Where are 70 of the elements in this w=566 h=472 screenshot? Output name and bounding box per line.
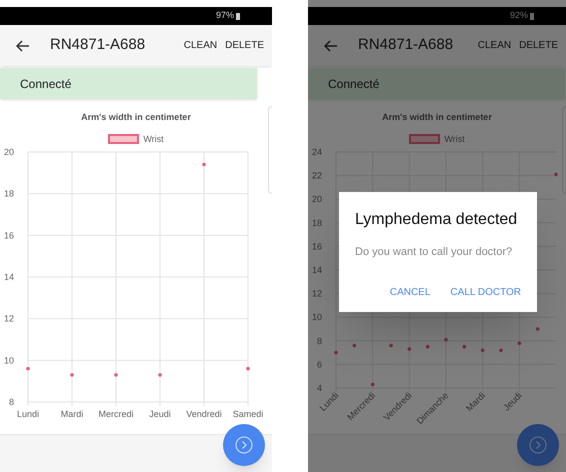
y-tick-label: 22 [312, 170, 322, 181]
y-tick-label: 14 [4, 272, 14, 282]
chart-title: Arm's width in centimeter [382, 111, 492, 124]
y-tick-label: 12 [312, 288, 322, 299]
data-point [408, 347, 412, 351]
status-card: Connecté [0, 68, 257, 99]
data-point [518, 341, 522, 345]
x-tick-label: Mardi [60, 409, 84, 419]
fab-button[interactable] [223, 424, 265, 466]
data-point [352, 344, 356, 348]
data-point [202, 162, 206, 166]
legend-label: Wrist [444, 132, 465, 146]
y-tick-label: 12 [4, 314, 14, 324]
dialog-button[interactable]: CANCEL [390, 284, 430, 300]
data-point [444, 338, 448, 342]
battery-percent: 92% [510, 9, 528, 22]
y-tick-label: 8 [316, 336, 322, 346]
y-tick-label: 8 [8, 397, 14, 407]
data-point [426, 344, 430, 348]
y-tick-label: 18 [312, 218, 322, 228]
back-arrow-icon[interactable] [16, 40, 30, 52]
dialog-title: Lymphedema detected [355, 210, 518, 230]
data-point [480, 348, 484, 352]
app-bar-action[interactable]: DELETE [225, 38, 264, 53]
x-tick-label: Vendredi [186, 409, 222, 419]
y-tick-label: 16 [312, 241, 322, 252]
y-tick-label: 24 [312, 147, 322, 157]
app-bar-action[interactable]: DELETE [519, 38, 558, 53]
data-point [462, 344, 466, 348]
y-tick-label: 6 [316, 359, 322, 370]
y-tick-label: 14 [312, 265, 322, 275]
data-point [536, 327, 540, 331]
status-card: Connecté [308, 68, 565, 99]
data-point [554, 172, 558, 176]
y-tick-label: 20 [4, 147, 14, 157]
chart-title: Arm's width in centimeter [81, 111, 191, 124]
data-point [389, 344, 393, 348]
y-tick-label: 20 [312, 194, 322, 204]
fab-button[interactable] [517, 424, 559, 466]
battery-percent: 97% [216, 9, 234, 22]
legend-label: Wrist [143, 132, 164, 146]
legend-swatch-icon [409, 134, 440, 144]
app-bar-action[interactable]: CLEAN [478, 38, 512, 53]
data-point [246, 366, 250, 370]
app-bar-title: RN4871-A688 [358, 35, 454, 56]
app-bar-action[interactable]: CLEAN [184, 38, 218, 53]
app-bar-title: RN4871-A688 [50, 35, 146, 56]
data-point [158, 373, 162, 377]
x-tick-label: Samedi [232, 409, 264, 419]
y-tick-label: 16 [4, 230, 14, 240]
y-tick-label: 10 [4, 355, 14, 366]
chevron-circle-icon [235, 436, 253, 454]
data-point [499, 348, 503, 352]
battery-icon [236, 12, 240, 20]
legend-swatch-icon [108, 134, 140, 144]
data-point [370, 382, 374, 386]
y-tick-label: 18 [4, 188, 14, 199]
y-tick-label: 4 [316, 383, 322, 393]
x-tick-label: Jeudi [149, 409, 171, 419]
data-point [70, 373, 74, 377]
battery-icon [530, 12, 534, 20]
x-tick-label: Mercredi [98, 409, 134, 419]
dialog-message: Do you want to call your doctor? [355, 245, 514, 260]
x-tick-label: Lundi [16, 409, 40, 419]
data-point [26, 366, 30, 370]
y-tick-label: 10 [312, 312, 322, 322]
data-point [334, 350, 338, 354]
dialog-button[interactable]: CALL DOCTOR [450, 284, 521, 300]
chevron-circle-icon [529, 436, 547, 454]
data-point [114, 373, 118, 377]
